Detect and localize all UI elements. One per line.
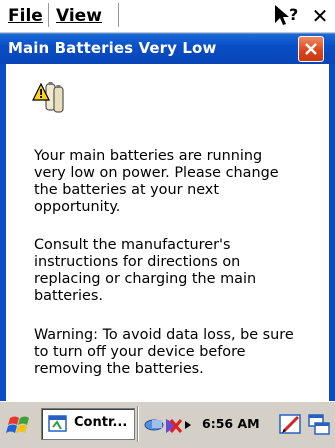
help-pointer-icon[interactable]: ? bbox=[272, 3, 302, 29]
battery-warning-icon bbox=[32, 80, 66, 114]
menu-file[interactable]: File bbox=[8, 6, 43, 26]
svg-text:?: ? bbox=[289, 5, 298, 24]
window-icon[interactable] bbox=[306, 411, 334, 437]
task-button-label: Contr... bbox=[74, 415, 128, 430]
menu-separator bbox=[118, 3, 120, 27]
dialog-frame-right bbox=[329, 64, 335, 401]
windows-flag-icon[interactable] bbox=[4, 410, 36, 440]
battery-message-paragraph: Your main batteries are running very low… bbox=[34, 148, 279, 215]
taskbar: Contr... 6:56 AM bbox=[0, 401, 335, 448]
taskbar-task-button[interactable]: Contr... bbox=[41, 408, 135, 440]
menu-bar: File View ? ✕ bbox=[0, 0, 335, 33]
menu-view[interactable]: View bbox=[56, 6, 102, 26]
pen-icon[interactable] bbox=[278, 411, 304, 437]
close-icon[interactable]: ✕ bbox=[308, 4, 332, 28]
dialog-title: Main Batteries Very Low bbox=[8, 39, 217, 57]
close-icon bbox=[305, 43, 317, 55]
menu-separator bbox=[48, 3, 50, 27]
control-panel-icon bbox=[47, 413, 69, 435]
dialog-close-button[interactable] bbox=[298, 36, 324, 62]
dialog-frame-left bbox=[0, 64, 6, 401]
clock[interactable]: 6:56 AM bbox=[202, 416, 260, 431]
network-icon[interactable] bbox=[144, 411, 198, 437]
menu-file-label: File bbox=[8, 6, 43, 26]
tray-separator bbox=[137, 406, 139, 442]
menu-view-label: View bbox=[56, 6, 102, 26]
dialog-title-bar: Main Batteries Very Low bbox=[0, 33, 335, 64]
instructions-paragraph: Consult the manufacturer's instructions … bbox=[34, 237, 257, 304]
warning-paragraph: Warning: To avoid data loss, be sure to … bbox=[34, 327, 294, 377]
